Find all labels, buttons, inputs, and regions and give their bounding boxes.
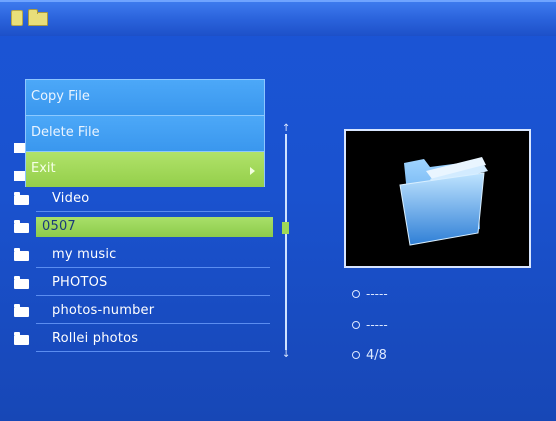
list-item[interactable]: Rollei photos xyxy=(0,325,280,353)
scroll-down-arrow-icon[interactable]: ↓ xyxy=(282,350,290,360)
scroll-up-arrow-icon[interactable]: ↑ xyxy=(282,124,290,134)
scroll-thumb[interactable] xyxy=(282,222,289,234)
menu-item-label: Copy File xyxy=(31,89,90,104)
context-menu: Copy File Delete File Exit xyxy=(26,80,264,187)
status-bar xyxy=(0,0,556,36)
divider xyxy=(36,211,270,212)
divider xyxy=(36,323,270,324)
list-item-selected[interactable]: 0507 xyxy=(0,213,280,241)
folder-icon xyxy=(28,9,48,26)
menu-item-exit[interactable]: Exit xyxy=(26,152,264,187)
info-bullet-icon xyxy=(352,320,360,329)
menu-item-label: Exit xyxy=(31,161,56,176)
info-line-1: ----- xyxy=(352,287,388,301)
folder-icon xyxy=(14,192,29,205)
menu-item-label: Delete File xyxy=(31,125,100,140)
menu-item-copy-file[interactable]: Copy File xyxy=(26,80,264,116)
file-list: Video 0507 my music PHOTOS photos-number… xyxy=(0,185,280,353)
divider xyxy=(36,295,270,296)
info-line-2: ----- xyxy=(352,318,388,332)
list-item-label: photos-number xyxy=(52,303,155,318)
list-item[interactable]: my music xyxy=(0,241,280,269)
divider xyxy=(36,351,270,352)
list-item[interactable]: PHOTOS xyxy=(0,269,280,297)
folder-icon xyxy=(14,304,29,317)
large-folder-icon xyxy=(399,157,488,246)
scrollbar[interactable]: ↑ ↓ xyxy=(282,124,290,360)
menu-item-delete-file[interactable]: Delete File xyxy=(26,116,264,152)
memory-card-icon xyxy=(11,10,23,26)
info-bullet-icon xyxy=(352,289,360,298)
list-item-label: Video xyxy=(52,191,90,206)
preview-pane xyxy=(344,129,531,268)
folder-icon xyxy=(14,220,29,233)
list-item[interactable]: photos-number xyxy=(0,297,280,325)
divider xyxy=(36,267,270,268)
photo-frame-screen: Video 0507 my music PHOTOS photos-number… xyxy=(0,0,556,421)
list-item-label: my music xyxy=(52,247,117,262)
list-item-label: PHOTOS xyxy=(52,275,108,290)
chevron-right-icon xyxy=(250,167,255,175)
list-item[interactable]: Video xyxy=(0,185,280,213)
list-item-label: Rollei photos xyxy=(52,331,139,346)
list-item-label: 0507 xyxy=(42,219,76,234)
folder-icon xyxy=(14,332,29,345)
scroll-track xyxy=(285,134,287,350)
folder-icon xyxy=(14,248,29,261)
folder-icon xyxy=(14,276,29,289)
file-counter: 4/8 xyxy=(352,348,387,363)
info-bullet-icon xyxy=(352,350,360,359)
